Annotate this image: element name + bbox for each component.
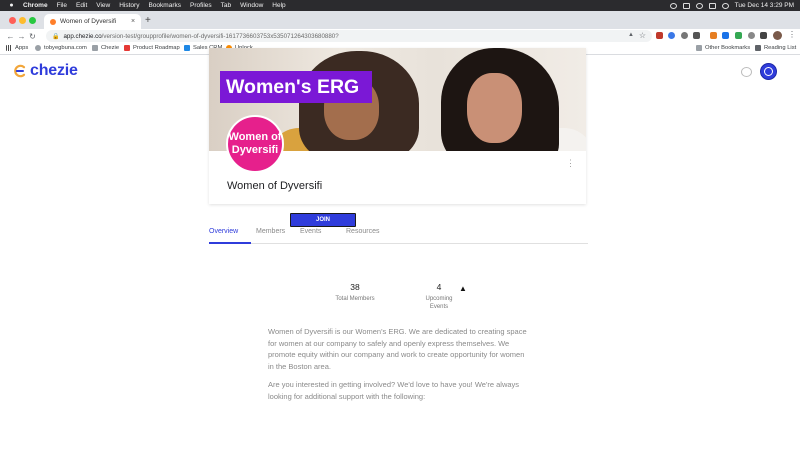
chat-icon[interactable] xyxy=(741,67,752,77)
search-icon[interactable] xyxy=(721,2,729,9)
close-window-button[interactable] xyxy=(9,17,16,24)
new-tab-button[interactable]: + xyxy=(145,15,151,26)
group-logo: Women of Dyversifi xyxy=(226,115,284,173)
group-description: Women of Dyversifi is our Women's ERG. W… xyxy=(268,326,532,409)
chrome-menu-icon[interactable]: ⋮ xyxy=(788,30,796,39)
bookmark-label: Chezie xyxy=(101,45,120,51)
control-center-icon[interactable] xyxy=(708,2,716,9)
group-name: Women of Dyversifi xyxy=(227,180,323,192)
menu-edit[interactable]: Edit xyxy=(76,2,87,9)
back-icon[interactable]: ← xyxy=(5,32,16,41)
macos-menu-bar: ● Chrome File Edit View History Bookmark… xyxy=(0,0,800,11)
favicon-icon xyxy=(50,18,56,25)
zoom-window-button[interactable] xyxy=(29,17,36,24)
user-avatar[interactable] xyxy=(760,63,777,80)
minimize-window-button[interactable] xyxy=(19,17,26,24)
stat-value: 38 xyxy=(350,282,360,292)
reload-icon[interactable]: ↻ xyxy=(27,32,38,41)
brand-name: chezie xyxy=(30,62,78,79)
extension-icon[interactable] xyxy=(681,32,688,39)
mouse-pointer-icon: ▲ xyxy=(459,284,467,293)
stat-label: Total Members xyxy=(335,296,375,302)
stat-value: 4 xyxy=(436,282,442,292)
banner-title: Women's ERG xyxy=(220,71,372,103)
extension-icon[interactable] xyxy=(748,32,755,39)
stat-upcoming-events: 4 Upcoming Events xyxy=(418,282,460,311)
more-options-icon[interactable]: ⋮ xyxy=(566,158,575,169)
address-bar[interactable]: 🔒 app.chezie.co/version-test/groupprofil… xyxy=(46,30,652,42)
reading-list-icon xyxy=(755,45,761,51)
bookmark-label: tobyegbuna.com xyxy=(44,45,87,51)
lock-icon[interactable]: 🔒 xyxy=(52,33,59,40)
reading-list[interactable]: Reading List xyxy=(755,45,796,51)
menu-bar-status: Tue Dec 14 3:29 PM xyxy=(669,0,794,11)
menu-history[interactable]: History xyxy=(119,2,139,9)
crm-icon xyxy=(184,45,190,51)
other-bookmarks[interactable]: Other Bookmarks xyxy=(696,45,750,51)
chrome-profile-avatar[interactable] xyxy=(773,31,782,40)
chezie-logo-icon xyxy=(13,64,27,78)
profile-tabs: Overview Members Events Resources xyxy=(209,224,588,244)
extension-icon[interactable] xyxy=(722,32,729,39)
menu-bookmarks[interactable]: Bookmarks xyxy=(148,2,181,9)
roadmap-icon xyxy=(124,45,130,51)
menu-profiles[interactable]: Profiles xyxy=(190,2,212,9)
browser-tab[interactable]: Women of Dyversifi × xyxy=(44,14,141,29)
extension-icon[interactable] xyxy=(668,32,675,39)
share-icon[interactable]: ▲ xyxy=(628,32,634,38)
bookmark-label: Product Roadmap xyxy=(133,45,180,51)
url-text[interactable]: app.chezie.co/version-test/groupprofile/… xyxy=(63,33,338,40)
description-paragraph: Women of Dyversifi is our Women's ERG. W… xyxy=(268,327,527,371)
bookmark-item[interactable]: Product Roadmap xyxy=(124,45,180,51)
browser-toolbar: ← → ↻ 🔒 app.chezie.co/version-test/group… xyxy=(0,29,800,43)
menu-help[interactable]: Help xyxy=(272,2,285,9)
extension-icon[interactable] xyxy=(735,32,742,39)
active-tab-indicator xyxy=(209,242,251,244)
bookmark-item[interactable]: tobyegbuna.com xyxy=(35,45,87,51)
clock[interactable]: Tue Dec 14 3:29 PM xyxy=(735,2,794,9)
tab-events[interactable]: Events xyxy=(300,228,321,235)
bookmark-star-icon[interactable]: ☆ xyxy=(639,31,646,40)
extensions-puzzle-icon[interactable] xyxy=(760,32,767,39)
menu-view[interactable]: View xyxy=(96,2,110,9)
url-host: app.chezie.co xyxy=(63,32,102,40)
menu-tab[interactable]: Tab xyxy=(221,2,231,9)
bookmark-label: Other Bookmarks xyxy=(705,45,751,51)
apps-grid-icon xyxy=(6,45,12,51)
url-path: /version-test/groupprofile/women-of-dyve… xyxy=(101,32,339,40)
browser-tab-title: Women of Dyversifi xyxy=(60,18,117,25)
stat-label: Upcoming Events xyxy=(425,296,453,310)
screen: ● Chrome File Edit View History Bookmark… xyxy=(0,0,800,450)
status-icon[interactable] xyxy=(682,2,690,9)
tab-overview[interactable]: Overview xyxy=(209,228,238,235)
description-paragraph: Are you interested in getting involved? … xyxy=(268,380,520,401)
browser-tab-strip: Women of Dyversifi × + xyxy=(0,11,800,29)
status-icon[interactable] xyxy=(669,2,677,9)
apple-icon[interactable]: ● xyxy=(8,2,15,9)
folder-icon xyxy=(696,45,702,51)
bookmark-label: Reading List xyxy=(764,45,797,51)
close-tab-icon[interactable]: × xyxy=(129,18,137,25)
extension-icon[interactable] xyxy=(693,32,700,39)
globe-icon xyxy=(35,45,41,51)
menu-window[interactable]: Window xyxy=(240,2,263,9)
chezie-logo[interactable]: chezie xyxy=(13,62,78,80)
extension-icon[interactable] xyxy=(710,32,717,39)
tab-resources[interactable]: Resources xyxy=(346,228,379,235)
forward-icon[interactable]: → xyxy=(16,32,27,41)
stat-total-members: 38 Total Members xyxy=(335,282,375,303)
menu-app-name[interactable]: Chrome xyxy=(23,2,48,9)
wifi-icon[interactable] xyxy=(695,2,703,9)
bookmark-item[interactable]: Chezie xyxy=(92,45,119,51)
extension-icon[interactable] xyxy=(656,32,663,39)
bookmark-apps[interactable]: Apps xyxy=(6,45,28,51)
page-icon xyxy=(92,45,98,51)
user-icon xyxy=(764,67,773,76)
menu-file[interactable]: File xyxy=(57,2,67,9)
tab-members[interactable]: Members xyxy=(256,228,285,235)
group-header-card: Women's ERG Women of Dyversifi ⋮ Women o… xyxy=(209,48,586,204)
bookmark-label: Apps xyxy=(15,45,29,51)
banner-photo-shape xyxy=(467,73,522,143)
